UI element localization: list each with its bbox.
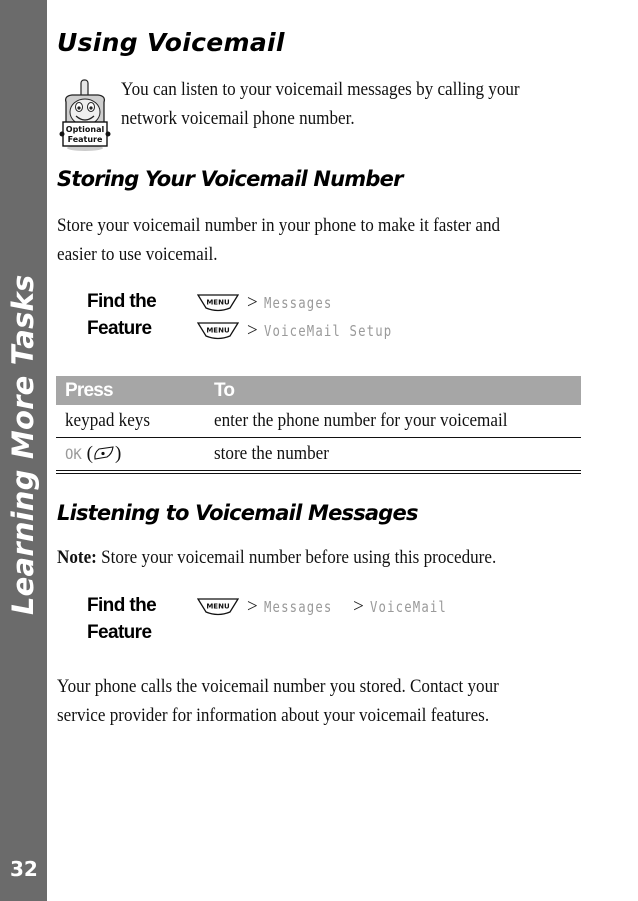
note-label: Note: <box>57 547 97 568</box>
page-title: Using Voicemail <box>57 28 285 57</box>
table-row: keypad keys enter the phone number for y… <box>56 405 581 438</box>
column-header-to: To <box>205 376 581 405</box>
menu-item-voicemail: VoiceMail <box>369 598 447 616</box>
find-label-line1: Find the <box>87 595 157 616</box>
table-row: OK ( ) store the number <box>56 437 581 474</box>
path-separator: > <box>247 292 258 313</box>
find-feature-label: Find the Feature <box>87 288 157 342</box>
intro-line: You can listen to your voicemail message… <box>121 79 520 100</box>
path-separator: > <box>247 320 258 341</box>
optional-feature-phone-icon: Optional Feature <box>59 79 111 151</box>
to-text: store the number <box>214 443 329 464</box>
key-table: Press To keypad keys enter the phone num… <box>56 376 581 474</box>
section-title: Learning More Tasks <box>6 274 40 615</box>
find-label-line2: Feature <box>87 622 152 643</box>
menu-key-label: MENU <box>206 299 230 307</box>
note-text: Store your voicemail number before using… <box>101 547 497 568</box>
section-heading-storing: Storing Your Voicemail Number <box>57 167 403 191</box>
ok-key-icon <box>94 446 114 460</box>
menu-item-messages: Messages <box>263 294 333 312</box>
press-cell: keypad keys <box>56 405 205 438</box>
paragraph-line: service provider for information about y… <box>57 705 490 726</box>
paragraph-line: easier to use voicemail. <box>57 244 218 265</box>
menu-key-icon: MENU <box>197 598 239 616</box>
find-label-line2: Feature <box>87 318 152 339</box>
paren-close: ) <box>114 443 122 464</box>
badge-line1: Optional <box>66 125 105 134</box>
path-separator: > <box>353 596 364 617</box>
feature-path-voicemail: MENU > Messages > VoiceMail <box>197 595 470 619</box>
find-feature-label: Find the Feature <box>87 592 157 646</box>
column-header-press: Press <box>56 376 205 405</box>
press-text: keypad keys <box>65 410 151 431</box>
badge-line2: Feature <box>68 135 103 144</box>
menu-item-voicemail-setup: VoiceMail Setup <box>263 322 393 340</box>
section-heading-listening: Listening to Voicemail Messages <box>57 501 418 525</box>
page-number: 32 <box>10 857 38 881</box>
menu-key-label: MENU <box>206 603 230 611</box>
paragraph-line: Your phone calls the voicemail number yo… <box>57 676 499 697</box>
paragraph-line: Store your voicemail number in your phon… <box>57 215 501 236</box>
feature-path-messages: MENU > Messages <box>197 291 353 315</box>
menu-item-messages: Messages <box>263 598 333 616</box>
find-label-line1: Find the <box>87 291 157 312</box>
feature-path-voicemail-setup: MENU > VoiceMail Setup <box>197 319 426 343</box>
intro-paragraph: You can listen to your voicemail message… <box>121 75 520 133</box>
ok-key-label: OK <box>65 447 82 463</box>
to-text: enter the phone number for your voicemai… <box>214 410 508 431</box>
menu-key-label: MENU <box>206 327 230 335</box>
menu-key-icon: MENU <box>197 322 239 340</box>
intro-line: network voicemail phone number. <box>121 108 355 129</box>
to-cell: store the number <box>205 437 581 474</box>
press-cell: OK ( ) <box>56 437 205 474</box>
table-header-row: Press To <box>56 376 581 405</box>
listening-paragraph: Your phone calls the voicemail number yo… <box>57 672 499 730</box>
side-tab: Learning More Tasks 32 <box>0 0 47 901</box>
storing-paragraph: Store your voicemail number in your phon… <box>57 211 500 269</box>
path-separator: > <box>247 596 258 617</box>
menu-key-icon: MENU <box>197 294 239 312</box>
note-paragraph: Note: Store your voicemail number before… <box>57 543 496 572</box>
to-cell: enter the phone number for your voicemai… <box>205 405 581 438</box>
